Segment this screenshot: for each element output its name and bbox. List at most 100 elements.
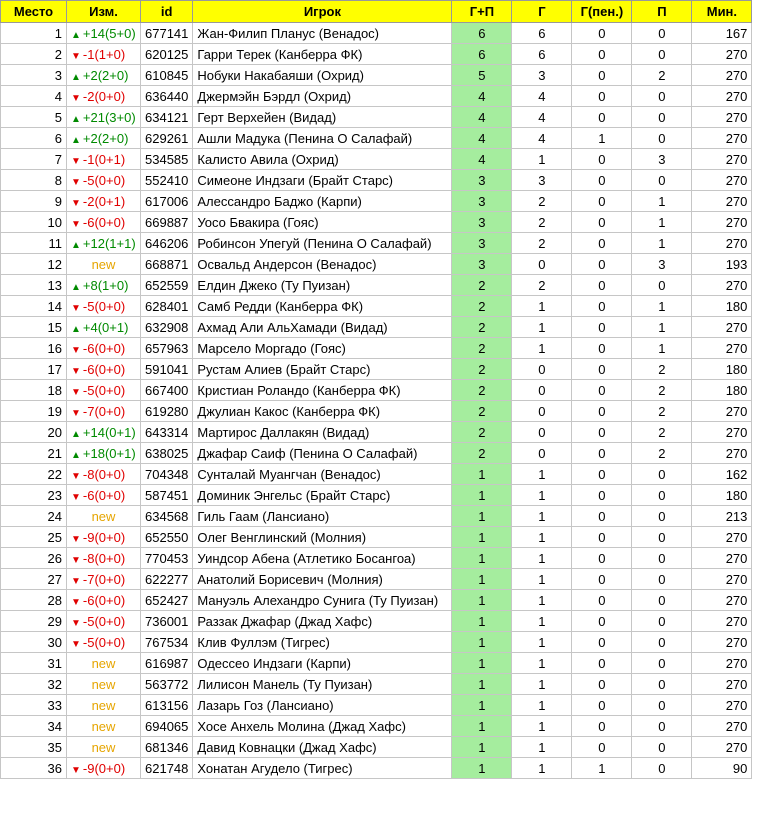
table-row[interactable]: 24 new 634568 Гиль Гаам (Лансиано) 1 1 0 0 213: [0, 505, 753, 527]
table-row[interactable]: 28 ▼ -6(0+0) 652427 Мануэль Алехандро Сунига…: [0, 589, 753, 611]
change-cell: ▲ +4(0+1): [66, 316, 141, 338]
table-row[interactable]: 22 ▼ -8(0+0) 704348 Сунталай Муангчан (Венад…: [0, 463, 753, 485]
table-row[interactable]: 10 ▼ -6(0+0) 669887 Уосо Бвакира (Гояс) 3 2 0 1 2…: [0, 211, 753, 233]
minutes-cell: 270: [691, 673, 753, 695]
player-id-cell: 632908: [139, 316, 194, 338]
rank-cell: 29: [0, 610, 67, 632]
header-assists[interactable]: П: [631, 0, 693, 23]
table-row[interactable]: 23 ▼ -6(0+0) 587451 Доминик Энгельс (Брайт С…: [0, 484, 753, 506]
penalty-goals-cell: 0: [571, 358, 633, 380]
new-entry-label: new: [91, 718, 116, 734]
goals-plus-assists-cell: 4: [451, 127, 513, 149]
table-row[interactable]: 32 new 563772 Лилисон Манель (Ту Пуизан) 1 1 0…: [0, 673, 753, 695]
table-row[interactable]: 8 ▼ -5(0+0) 552410 Симеоне Индзаги (Брайт Ст…: [0, 169, 753, 191]
goals-cell: 1: [511, 316, 573, 338]
goals-cell: 1: [511, 484, 573, 506]
table-row[interactable]: 25 ▼ -9(0+0) 652550 Олег Венглинский (Молния…: [0, 526, 753, 548]
rank-cell: 19: [0, 400, 67, 422]
table-row[interactable]: 5 ▲ +21(3+0) 634121 Герт Верхейен (Видад) 4 4 0…: [0, 106, 753, 128]
player-name-cell: Кристиан Роландо (Канберра ФК): [192, 379, 453, 401]
player-id-cell: 534585: [139, 148, 194, 170]
player-name-cell: Клив Фуллэм (Тигрес): [192, 631, 453, 653]
table-row[interactable]: 18 ▼ -5(0+0) 667400 Кристиан Роландо (Канбер…: [0, 379, 753, 401]
header-goals-plus-assists[interactable]: Г+П: [451, 0, 513, 23]
header-penalty-goals[interactable]: Г(пен.): [571, 0, 633, 23]
minutes-cell: 270: [691, 232, 753, 254]
change-value: -7(0+0): [82, 403, 126, 419]
player-name-cell: Елдин Джеко (Ту Пуизан): [192, 274, 453, 296]
rank-cell: 20: [0, 421, 67, 443]
table-row[interactable]: 6 ▲ +2(2+0) 629261 Ашли Мадука (Пенина О Сал…: [0, 127, 753, 149]
table-row[interactable]: 26 ▼ -8(0+0) 770453 Уиндсор Абена (Атлетико …: [0, 547, 753, 569]
table-row[interactable]: 9 ▼ -2(0+1) 617006 Алессандро Баджо (Карпи) 3…: [0, 190, 753, 212]
goals-cell: 1: [511, 673, 573, 695]
assists-cell: 0: [631, 610, 693, 632]
rank-cell: 22: [0, 463, 67, 485]
assists-cell: 1: [631, 211, 693, 233]
assists-cell: 2: [631, 400, 693, 422]
penalty-goals-cell: 0: [571, 22, 633, 44]
table-row[interactable]: 19 ▼ -7(0+0) 619280 Джулиан Какос (Канберра …: [0, 400, 753, 422]
player-id-cell: 669887: [139, 211, 194, 233]
table-row[interactable]: 29 ▼ -5(0+0) 736001 Раззак Джафар (Джад Хафс…: [0, 610, 753, 632]
change-cell: ▲ +12(1+1): [66, 232, 141, 254]
table-row[interactable]: 1 ▲ +14(5+0) 677141 Жан-Филип Планус (Венадо…: [0, 22, 753, 44]
table-row[interactable]: 27 ▼ -7(0+0) 622277 Анатолий Борисевич (Молн…: [0, 568, 753, 590]
assists-cell: 1: [631, 316, 693, 338]
minutes-cell: 270: [691, 127, 753, 149]
player-name-cell: Хосе Анхель Молина (Джад Хафс): [192, 715, 453, 737]
table-row[interactable]: 12 new 668871 Освальд Андерсон (Венадос) 3 0 0…: [0, 253, 753, 275]
change-value: -5(0+0): [82, 298, 126, 314]
arrow-down-icon: ▼: [71, 218, 81, 230]
table-row[interactable]: 30 ▼ -5(0+0) 767534 Клив Фуллэм (Тигрес) 1 1 0 0…: [0, 631, 753, 653]
header-rank[interactable]: Место: [0, 0, 67, 23]
table-row[interactable]: 21 ▲ +18(0+1) 638025 Джафар Саиф (Пенина О С…: [0, 442, 753, 464]
table-row[interactable]: 16 ▼ -6(0+0) 657963 Марсело Моргадо (Гояс) 2 1…: [0, 337, 753, 359]
minutes-cell: 270: [691, 694, 753, 716]
table-row[interactable]: 33 new 613156 Лазарь Гоз (Лансиано) 1 1 0 0 270: [0, 694, 753, 716]
assists-cell: 0: [631, 169, 693, 191]
penalty-goals-cell: 0: [571, 484, 633, 506]
player-id-cell: 552410: [139, 169, 194, 191]
table-row[interactable]: 15 ▲ +4(0+1) 632908 Ахмад Али АльХамади (Вид…: [0, 316, 753, 338]
rank-cell: 14: [0, 295, 67, 317]
table-row[interactable]: 7 ▼ -1(0+1) 534585 Калисто Авила (Охрид) 4 1 0 3…: [0, 148, 753, 170]
table-row[interactable]: 11 ▲ +12(1+1) 646206 Робинсон Упегуй (Пенина…: [0, 232, 753, 254]
table-row[interactable]: 35 new 681346 Давид Ковнацки (Джад Хафс) 1 1 0…: [0, 736, 753, 758]
header-minutes[interactable]: Мин.: [691, 0, 753, 23]
table-row[interactable]: 34 new 694065 Хосе Анхель Молина (Джад Хафс…: [0, 715, 753, 737]
change-cell: new: [66, 253, 141, 275]
minutes-cell: 167: [691, 22, 753, 44]
player-name-cell: Рустам Алиев (Брайт Старс): [192, 358, 453, 380]
minutes-cell: 270: [691, 631, 753, 653]
rank-cell: 21: [0, 442, 67, 464]
player-name-cell: Гарри Терек (Канберра ФК): [192, 43, 453, 65]
table-row[interactable]: 36 ▼ -9(0+0) 621748 Хонатан Агудело (Тигрес)…: [0, 757, 753, 779]
goals-plus-assists-cell: 1: [451, 652, 513, 674]
minutes-cell: 270: [691, 106, 753, 128]
penalty-goals-cell: 0: [571, 421, 633, 443]
table-row[interactable]: 17 ▼ -6(0+0) 591041 Рустам Алиев (Брайт Стар…: [0, 358, 753, 380]
header-player[interactable]: Игрок: [192, 0, 453, 23]
header-change[interactable]: Изм.: [66, 0, 141, 23]
goals-cell: 2: [511, 211, 573, 233]
table-row[interactable]: 4 ▼ -2(0+0) 636440 Джермэйн Бэрдл (Охрид) 4 4 0…: [0, 85, 753, 107]
assists-cell: 1: [631, 232, 693, 254]
table-row[interactable]: 3 ▲ +2(2+0) 610845 Нобуки Накабаяши (Охрид) 5…: [0, 64, 753, 86]
table-row[interactable]: 2 ▼ -1(1+0) 620125 Гарри Терек (Канберра ФК)…: [0, 43, 753, 65]
header-goals[interactable]: Г: [511, 0, 573, 23]
change-value: -7(0+0): [82, 571, 126, 587]
penalty-goals-cell: 0: [571, 211, 633, 233]
minutes-cell: 270: [691, 736, 753, 758]
goals-plus-assists-cell: 1: [451, 757, 513, 779]
penalty-goals-cell: 0: [571, 673, 633, 695]
table-row[interactable]: 20 ▲ +14(0+1) 643314 Мартирос Даллакян (Вида…: [0, 421, 753, 443]
table-row[interactable]: 13 ▲ +8(1+0) 652559 Елдин Джеко (Ту Пуизан) 2…: [0, 274, 753, 296]
header-id[interactable]: id: [139, 0, 194, 23]
player-name-cell: Герт Верхейен (Видад): [192, 106, 453, 128]
player-id-cell: 638025: [139, 442, 194, 464]
table-row[interactable]: 14 ▼ -5(0+0) 628401 Самб Редди (Канберра ФК)…: [0, 295, 753, 317]
goals-cell: 1: [511, 757, 573, 779]
change-cell: ▼ -5(0+0): [66, 169, 141, 191]
table-row[interactable]: 31 new 616987 Одессео Индзаги (Карпи) 1 1 0 0 27…: [0, 652, 753, 674]
